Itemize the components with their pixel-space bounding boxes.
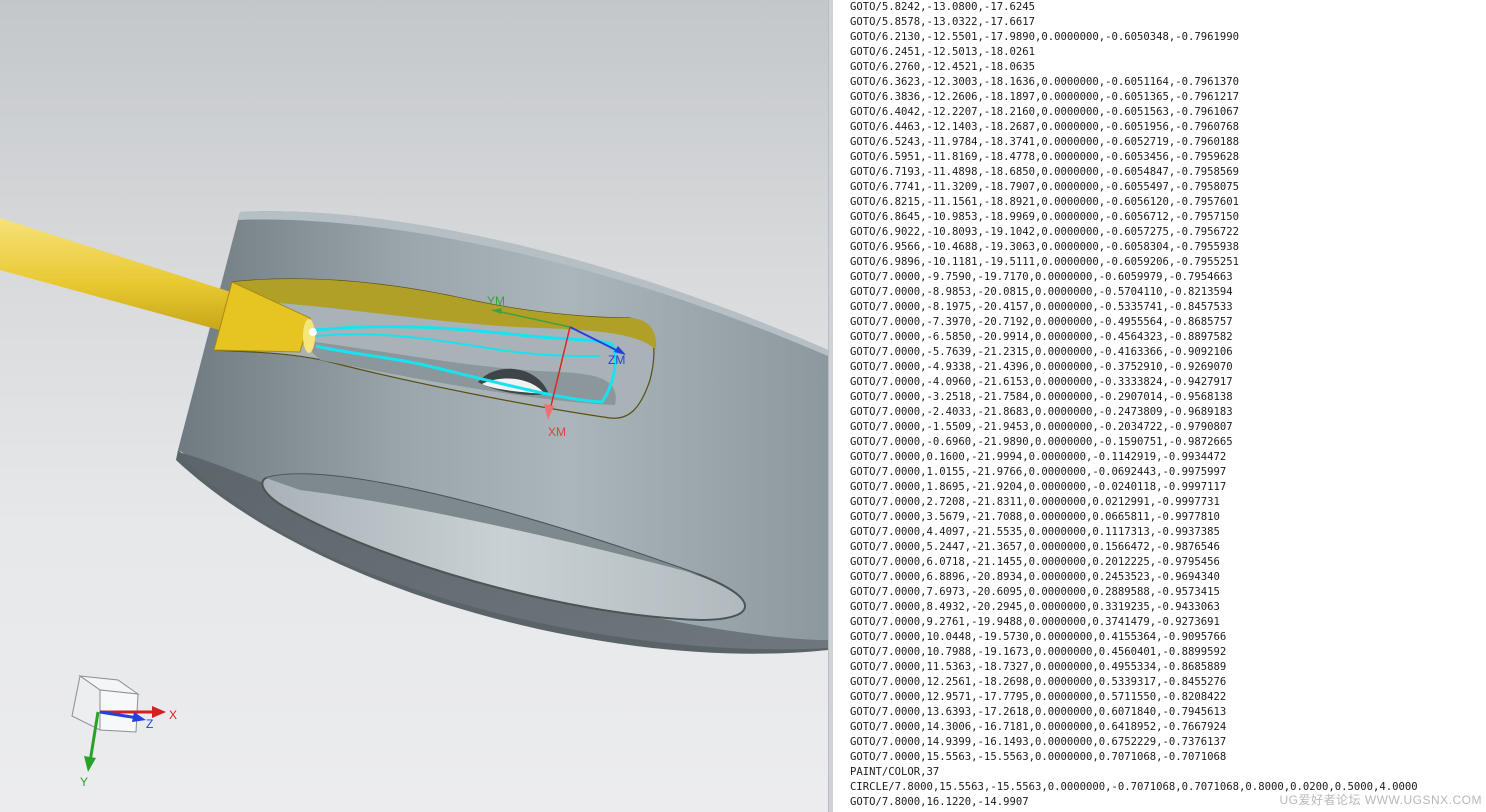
cl-line: GOTO/6.7193,-11.4898,-18.6850,0.0000000,…: [850, 166, 1240, 178]
cl-line: GOTO/7.0000,1.0155,-21.9766,0.0000000,-0…: [850, 466, 1227, 478]
cl-line: GOTO/6.3836,-12.2606,-18.1897,0.0000000,…: [850, 91, 1240, 103]
cl-line: GOTO/7.0000,6.0718,-21.1455,0.0000000,0.…: [850, 556, 1220, 568]
cl-line: GOTO/7.0000,12.9571,-17.7795,0.0000000,0…: [850, 691, 1227, 703]
cl-line: GOTO/7.0000,5.2447,-21.3657,0.0000000,0.…: [850, 541, 1220, 553]
cl-line: GOTO/7.0000,10.7988,-19.1673,0.0000000,0…: [850, 646, 1227, 658]
cl-line: GOTO/6.4042,-12.2207,-18.2160,0.0000000,…: [850, 106, 1240, 118]
cl-line-list: GOTO/5.8242,-13.0800,-17.6245 GOTO/5.8578…: [833, 0, 1486, 810]
cl-line: GOTO/7.0000,6.8896,-20.8934,0.0000000,0.…: [850, 571, 1220, 583]
cl-line: GOTO/7.0000,-8.9853,-20.0815,0.0000000,-…: [850, 286, 1233, 298]
cl-line: GOTO/6.2130,-12.5501,-17.9890,0.0000000,…: [850, 31, 1240, 43]
cl-line: GOTO/6.3623,-12.3003,-18.1636,0.0000000,…: [850, 76, 1240, 88]
cl-line: GOTO/7.0000,-4.0960,-21.6153,0.0000000,-…: [850, 376, 1233, 388]
cl-line: GOTO/7.0000,-4.9338,-21.4396,0.0000000,-…: [850, 361, 1233, 373]
cl-line: GOTO/7.0000,-9.7590,-19.7170,0.0000000,-…: [850, 271, 1233, 283]
forum-watermark: UG爱好者论坛 WWW.UGSNX.COM: [1279, 793, 1482, 807]
cl-line: GOTO/7.0000,-7.3970,-20.7192,0.0000000,-…: [850, 316, 1233, 328]
cl-line: GOTO/6.2451,-12.5013,-18.0261: [850, 46, 1035, 58]
cl-line: GOTO/7.0000,12.2561,-18.2698,0.0000000,0…: [850, 676, 1227, 688]
cl-line: GOTO/7.0000,-2.4033,-21.8683,0.0000000,-…: [850, 406, 1233, 418]
cl-line: GOTO/6.8215,-11.1561,-18.8921,0.0000000,…: [850, 196, 1240, 208]
cl-line: GOTO/7.0000,-3.2518,-21.7584,0.0000000,-…: [850, 391, 1233, 403]
cl-line: GOTO/6.7741,-11.3209,-18.7907,0.0000000,…: [850, 181, 1240, 193]
cl-line: GOTO/7.0000,-1.5509,-21.9453,0.0000000,-…: [850, 421, 1233, 433]
cl-line: GOTO/6.5951,-11.8169,-18.4778,0.0000000,…: [850, 151, 1240, 163]
cl-line: GOTO/7.0000,-8.1975,-20.4157,0.0000000,-…: [850, 301, 1233, 313]
tool-tip: [303, 319, 315, 353]
mcs-ym-label: YM: [487, 294, 505, 308]
mcs-xm-label: XM: [548, 425, 566, 439]
cl-line: GOTO/5.8578,-13.0322,-17.6617: [850, 16, 1035, 28]
view-triad[interactable]: X Z Y: [71, 675, 177, 789]
cl-line: GOTO/7.0000,7.6973,-20.6095,0.0000000,0.…: [850, 586, 1220, 598]
part-scene[interactable]: YM ZM XM X Z Y: [0, 0, 828, 812]
cl-line: PAINT/COLOR,37: [850, 766, 940, 778]
cl-line: GOTO/6.5243,-11.9784,-18.3741,0.0000000,…: [850, 136, 1240, 148]
mcs-zm-label: ZM: [608, 353, 625, 367]
cl-line: GOTO/5.8242,-13.0800,-17.6245: [850, 1, 1035, 13]
cl-line: GOTO/6.9022,-10.8093,-19.1042,0.0000000,…: [850, 226, 1240, 238]
cl-line: GOTO/7.0000,14.9399,-16.1493,0.0000000,0…: [850, 736, 1227, 748]
triad-z-label: Z: [146, 717, 153, 731]
cl-line: GOTO/6.4463,-12.1403,-18.2687,0.0000000,…: [850, 121, 1240, 133]
cl-output-panel[interactable]: GOTO/5.8242,-13.0800,-17.6245 GOTO/5.8578…: [833, 0, 1486, 812]
cl-line: GOTO/7.0000,14.3006,-16.7181,0.0000000,0…: [850, 721, 1227, 733]
cl-line: GOTO/7.0000,3.5679,-21.7088,0.0000000,0.…: [850, 511, 1220, 523]
triad-y-arrow: [84, 756, 96, 772]
cl-line: GOTO/6.8645,-10.9853,-18.9969,0.0000000,…: [850, 211, 1240, 223]
tool-center: [309, 328, 317, 336]
cl-line: GOTO/6.9896,-10.1181,-19.5111,0.0000000,…: [850, 256, 1240, 268]
cl-line: GOTO/7.0000,13.6393,-17.2618,0.0000000,0…: [850, 706, 1227, 718]
cl-line: GOTO/6.2760,-12.4521,-18.0635: [850, 61, 1035, 73]
triad-x-label: X: [169, 708, 177, 722]
cl-line: GOTO/7.0000,11.5363,-18.7327,0.0000000,0…: [850, 661, 1227, 673]
cl-line: GOTO/7.0000,10.0448,-19.5730,0.0000000,0…: [850, 631, 1227, 643]
cl-line: GOTO/6.9566,-10.4688,-19.3063,0.0000000,…: [850, 241, 1240, 253]
cl-line: GOTO/7.0000,8.4932,-20.2945,0.0000000,0.…: [850, 601, 1220, 613]
cl-line: GOTO/7.0000,15.5563,-15.5563,0.0000000,0…: [850, 751, 1227, 763]
triad-y-label: Y: [80, 775, 88, 789]
cl-line: GOTO/7.0000,-6.5850,-20.9914,0.0000000,-…: [850, 331, 1233, 343]
cl-line: GOTO/7.0000,-0.6960,-21.9890,0.0000000,-…: [850, 436, 1233, 448]
cl-line: GOTO/7.0000,2.7208,-21.8311,0.0000000,0.…: [850, 496, 1220, 508]
cl-line: GOTO/7.0000,4.4097,-21.5535,0.0000000,0.…: [850, 526, 1220, 538]
cl-line: GOTO/7.0000,0.1600,-21.9994,0.0000000,-0…: [850, 451, 1227, 463]
triad-x-arrow: [152, 706, 166, 718]
cl-line: GOTO/7.0000,1.8695,-21.9204,0.0000000,-0…: [850, 481, 1227, 493]
graphics-viewport[interactable]: YM ZM XM X Z Y: [0, 0, 828, 812]
cl-line: GOTO/7.0000,9.2761,-19.9488,0.0000000,0.…: [850, 616, 1220, 628]
cl-line: GOTO/7.0000,-5.7639,-21.2315,0.0000000,-…: [850, 346, 1233, 358]
